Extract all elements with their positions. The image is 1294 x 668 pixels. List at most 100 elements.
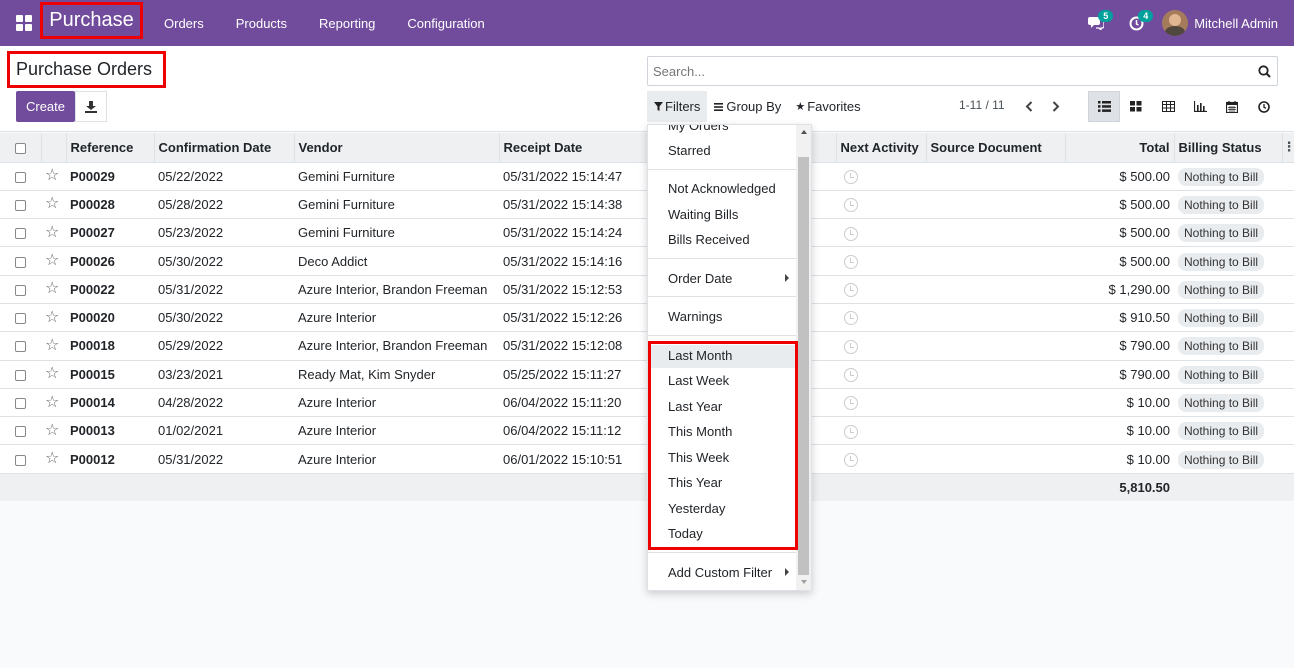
menu-reporting[interactable]: Reporting [303, 16, 391, 31]
favorites-toggle[interactable]: ★ Favorites [788, 91, 867, 122]
filter-my-orders[interactable]: My Orders [668, 125, 729, 133]
activity-clock-icon[interactable] [844, 368, 858, 382]
star-outline-icon[interactable]: ☆ [45, 309, 59, 326]
list-view-button[interactable] [1088, 91, 1120, 122]
column-vendor[interactable]: Vendor [294, 133, 500, 162]
create-button[interactable]: Create [16, 91, 75, 122]
row-checkbox[interactable] [15, 398, 26, 410]
filter-not-acknowledged[interactable]: Not Acknowledged [668, 181, 776, 196]
activity-clock-icon[interactable] [844, 452, 858, 467]
filter-this-week[interactable]: This Week [668, 450, 729, 465]
row-checkbox[interactable] [15, 313, 26, 325]
filters-toggle[interactable]: Filters [647, 91, 708, 122]
menu-configuration[interactable]: Configuration [391, 16, 500, 31]
filter-warnings[interactable]: Warnings [668, 309, 722, 324]
row-checkbox[interactable] [15, 200, 26, 211]
filter-last-week[interactable]: Last Week [668, 373, 729, 388]
filter-last-month[interactable]: Last Month [668, 348, 732, 363]
bar-chart-icon [1193, 101, 1207, 112]
column-billing-status[interactable]: Billing Status [1174, 133, 1283, 162]
star-outline-icon[interactable]: ☆ [45, 195, 59, 212]
activity-clock-icon[interactable] [844, 339, 858, 354]
graph-view-button[interactable] [1184, 91, 1216, 122]
messages-button[interactable]: 5 [1076, 0, 1116, 46]
vendor-name: Gemini Furniture [294, 161, 499, 191]
search-icon[interactable] [1251, 64, 1277, 78]
star-outline-icon[interactable]: ☆ [45, 394, 59, 411]
star-outline-icon[interactable]: ☆ [45, 280, 59, 297]
pager-next-button[interactable] [1046, 96, 1066, 116]
row-checkbox[interactable] [15, 426, 26, 438]
confirmation-date: 04/28/2022 [154, 387, 294, 417]
column-total[interactable]: Total [1065, 133, 1175, 162]
row-checkbox[interactable] [15, 256, 26, 268]
billing-status-cell: Nothing to Bill [1174, 444, 1282, 474]
select-all-checkbox[interactable] [14, 142, 26, 154]
filter-waiting-bills[interactable]: Waiting Bills [668, 207, 738, 222]
row-star-cell: ☆ [41, 302, 66, 332]
star-outline-icon[interactable]: ☆ [45, 252, 59, 269]
filter-starred[interactable]: Starred [668, 143, 711, 158]
filter-today[interactable]: Today [668, 526, 703, 541]
menu-orders[interactable]: Orders [148, 16, 220, 31]
row-star-cell: ☆ [41, 189, 66, 219]
add-custom-filter[interactable]: Add Custom Filter [668, 565, 772, 580]
row-checkbox[interactable] [15, 454, 26, 466]
activity-clock-icon[interactable] [844, 396, 858, 411]
menu-products[interactable]: Products [220, 16, 303, 31]
activities-button[interactable]: 4 [1116, 0, 1156, 46]
apps-menu-icon[interactable] [16, 15, 32, 31]
activity-view-button[interactable] [1248, 91, 1280, 122]
order-total: $ 10.00 [1065, 416, 1174, 445]
next-activity-cell [836, 161, 926, 191]
column-reference[interactable]: Reference [66, 133, 155, 162]
activity-clock-icon[interactable] [844, 169, 858, 184]
kanban-view-button[interactable] [1120, 91, 1152, 122]
pager-previous-button[interactable] [1019, 96, 1039, 116]
filter-this-month[interactable]: This Month [668, 424, 732, 439]
column-source-document[interactable]: Source Document [926, 133, 1066, 162]
row-checkbox[interactable] [15, 171, 26, 183]
filter-bills-received[interactable]: Bills Received [668, 232, 750, 247]
star-outline-icon[interactable]: ☆ [45, 337, 59, 354]
row-checkbox[interactable] [15, 369, 26, 381]
filter-last-year[interactable]: Last Year [668, 399, 722, 414]
row-checkbox[interactable] [15, 228, 26, 240]
user-menu[interactable]: Mitchell Admin [1156, 10, 1294, 36]
star-outline-icon[interactable]: ☆ [45, 224, 59, 241]
activity-clock-icon[interactable] [844, 226, 858, 241]
dropdown-scrollbar[interactable] [796, 125, 811, 590]
export-button[interactable] [75, 91, 107, 122]
activity-clock-icon[interactable] [844, 283, 858, 298]
search-input[interactable] [648, 58, 1251, 84]
column-confirmation-date[interactable]: Confirmation Date [154, 133, 295, 162]
star-icon: ★ [795, 101, 806, 113]
filter-order-date[interactable]: Order Date [668, 271, 732, 286]
activity-clock-icon[interactable] [844, 311, 858, 326]
column-next-activity[interactable]: Next Activity [836, 133, 927, 162]
row-checkbox[interactable] [15, 341, 26, 353]
optional-columns-toggle[interactable]: ⋮ [1282, 133, 1294, 162]
filter-yesterday[interactable]: Yesterday [668, 501, 725, 516]
scrollbar-thumb[interactable] [798, 157, 809, 575]
star-outline-icon[interactable]: ☆ [45, 422, 59, 439]
star-outline-icon[interactable]: ☆ [45, 167, 59, 184]
filter-this-year[interactable]: This Year [668, 475, 722, 490]
activity-clock-icon[interactable] [844, 254, 858, 269]
group-by-toggle[interactable]: Group By [707, 91, 788, 122]
calendar-view-button[interactable] [1216, 91, 1248, 122]
activity-clock-icon[interactable] [844, 198, 858, 213]
pivot-view-button[interactable] [1152, 91, 1184, 122]
star-outline-icon[interactable]: ☆ [45, 450, 59, 467]
scroll-up-arrow-icon[interactable] [801, 130, 807, 134]
pager-value[interactable]: 1-11 / 11 [959, 98, 1005, 112]
favorites-label: Favorites [807, 99, 861, 114]
next-activity-cell [836, 416, 926, 445]
billing-status-badge: Nothing to Bill [1178, 365, 1265, 384]
activity-clock-icon[interactable] [844, 424, 858, 439]
star-outline-icon[interactable]: ☆ [45, 365, 59, 382]
vendor-name: Azure Interior [294, 444, 499, 474]
row-checkbox[interactable] [15, 284, 26, 296]
scroll-down-arrow-icon[interactable] [801, 580, 807, 584]
app-brand[interactable]: Purchase [40, 2, 143, 39]
